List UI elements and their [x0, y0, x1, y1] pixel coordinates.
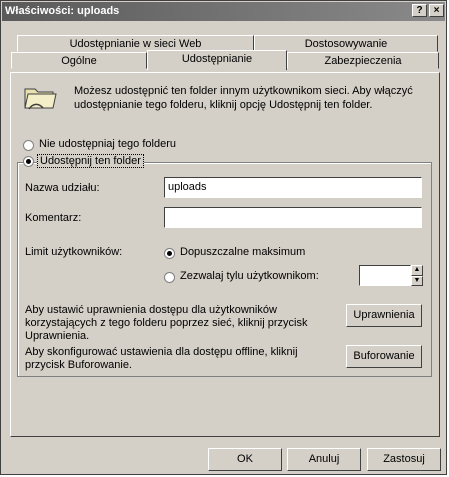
close-icon: × [433, 5, 440, 16]
permissions-button[interactable]: Uprawnienia [346, 304, 422, 327]
radio-share-label[interactable]: Udostępnij ten folder [37, 154, 144, 168]
radio-limit-max[interactable] [164, 248, 175, 259]
arrow-down-icon: ▼ [413, 277, 421, 284]
user-count-stepper[interactable] [359, 265, 411, 286]
help-button[interactable]: ? [412, 4, 427, 17]
permissions-text-line1: Aby ustawić uprawnienia dostępu dla użyt… [25, 304, 277, 316]
stepper-down-button[interactable]: ▼ [411, 276, 423, 286]
tab-general[interactable]: Ogólne [11, 52, 147, 69]
share-name-label: Nazwa udziału: [25, 182, 100, 194]
radio-limit-max-label[interactable]: Dopuszczalne maksimum [180, 246, 305, 258]
info-text-line1: Możesz udostępnić ten folder innym użytk… [74, 85, 413, 97]
apply-button[interactable]: Zastosuj [367, 448, 441, 471]
arrow-up-icon: ▲ [413, 266, 421, 273]
cancel-button[interactable]: Anuluj [287, 448, 361, 471]
tab-sharing[interactable]: Udostępnianie [147, 50, 287, 70]
close-button[interactable]: × [429, 4, 444, 17]
info-text-line2: udostępnianie tego folderu, kliknij opcj… [74, 99, 373, 111]
radio-share[interactable] [23, 156, 34, 167]
radio-no-share[interactable] [23, 140, 34, 151]
user-limit-label: Limit użytkowników: [25, 246, 123, 258]
comment-field[interactable] [164, 207, 422, 228]
comment-label: Komentarz: [25, 212, 82, 224]
ok-button[interactable]: OK [208, 448, 282, 471]
radio-limit-allow[interactable] [164, 272, 175, 283]
caching-button[interactable]: Buforowanie [346, 345, 422, 368]
caching-text-line2: przycisk Buforowanie. [25, 359, 132, 371]
share-name-field[interactable]: uploads [164, 177, 422, 198]
shared-folder-icon [24, 88, 57, 110]
window-title: Właściwości: uploads [5, 5, 120, 17]
tab-security[interactable]: Zabezpieczenia [287, 52, 439, 69]
permissions-text-line3: Uprawnienia. [25, 330, 90, 342]
caching-text-line1: Aby skonfigurować ustawienia dla dostępu… [25, 346, 298, 358]
radio-no-share-label[interactable]: Nie udostępniaj tego folderu [39, 138, 176, 150]
title-bar: Właściwości: uploads [2, 2, 445, 21]
radio-limit-allow-label[interactable]: Zezwalaj tylu użytkownikom: [180, 270, 319, 282]
stepper-up-button[interactable]: ▲ [411, 265, 423, 276]
permissions-text-line2: korzystających z tego folderu poprzez si… [25, 317, 308, 329]
properties-dialog: Właściwości: uploads ? × Udostępnianie w… [0, 0, 447, 475]
